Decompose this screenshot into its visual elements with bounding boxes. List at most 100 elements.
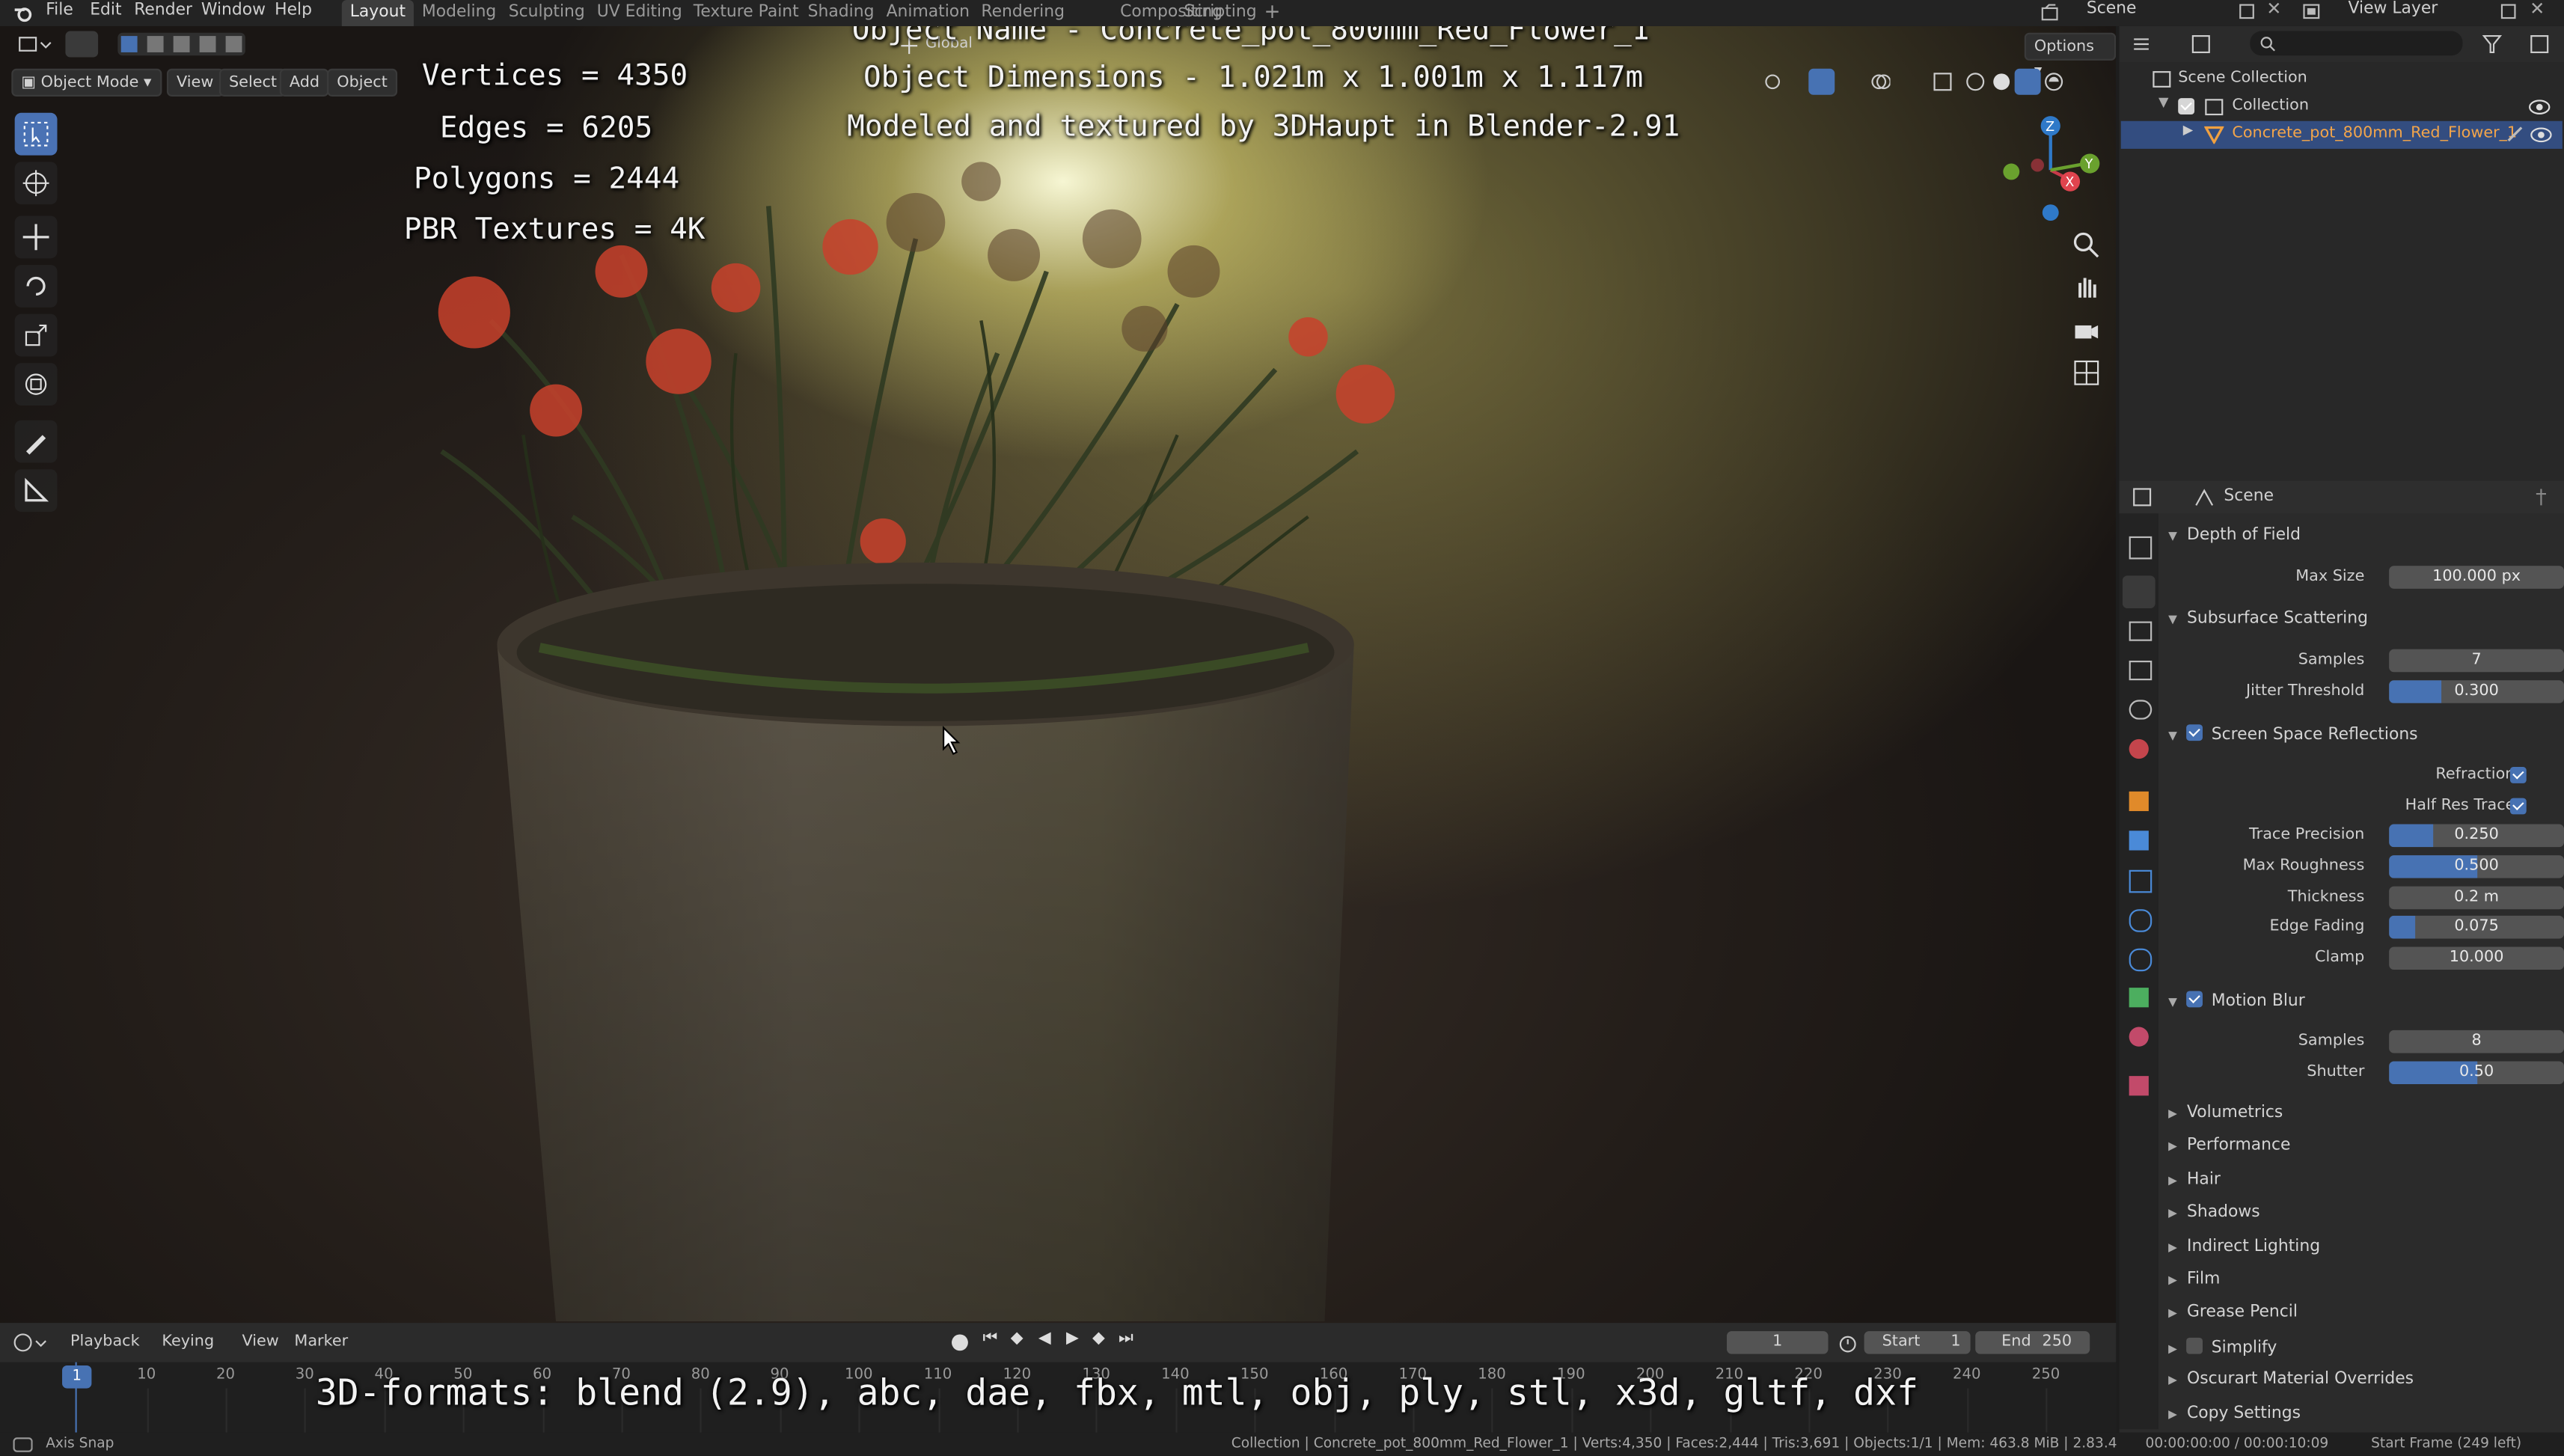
options-button[interactable]: Options ▾ (2024, 32, 2117, 80)
display-mode-icon[interactable] (2191, 34, 2227, 54)
record-icon[interactable] (952, 1334, 968, 1351)
jump-end-icon[interactable]: ⏭ (1119, 1330, 1133, 1348)
timeline-editor-type-icon[interactable] (13, 1333, 49, 1352)
rotate-tool[interactable] (14, 265, 58, 308)
pin-icon[interactable] (2531, 487, 2551, 507)
jitter-threshold-slider[interactable]: 0.300 (2389, 680, 2564, 703)
3d-viewport[interactable]: Global Options ▾ ▣ Object Mode ▾ View Se… (0, 25, 2117, 1324)
tab-rendering[interactable]: Rendering (973, 0, 1072, 26)
perspective-grid-icon[interactable] (2073, 360, 2099, 386)
tab-scripting[interactable]: Scripting (1175, 0, 1264, 26)
sss-samples-field[interactable]: 7 (2389, 649, 2564, 673)
menu-select[interactable]: Select (218, 68, 287, 97)
selection-mode-buttons[interactable] (117, 32, 245, 56)
constraints-tab-icon[interactable] (2129, 948, 2153, 972)
trace-precision-slider[interactable]: 0.250 (2389, 824, 2564, 848)
section-subsurface-scattering[interactable]: ▼ Subsurface Scattering (2168, 610, 2368, 628)
current-frame-field[interactable]: 1 (1726, 1331, 1829, 1354)
scene-icon[interactable] (2041, 3, 2060, 22)
play-icon[interactable]: ▶ (1066, 1330, 1079, 1348)
section-oscurart[interactable]: ▶ Oscurart Material Overrides (2168, 1371, 2414, 1389)
output-tab-icon[interactable] (2129, 621, 2153, 641)
annotate-tool[interactable] (14, 420, 58, 463)
measure-tool[interactable] (14, 469, 58, 513)
mode-select[interactable]: ▣ Object Mode ▾ (11, 68, 162, 97)
section-shadows[interactable]: ▶ Shadows (2168, 1204, 2260, 1222)
start-frame-field[interactable]: Start 1 (1864, 1331, 1971, 1354)
move-tool[interactable] (14, 215, 58, 259)
tab-layout[interactable]: Layout (341, 0, 414, 26)
end-frame-field[interactable]: End 250 (1975, 1331, 2090, 1354)
physics-tab-icon[interactable] (2129, 909, 2153, 932)
play-reverse-icon[interactable]: ◀ (1038, 1330, 1051, 1348)
new-collection-icon[interactable] (2528, 33, 2551, 56)
clamp-field[interactable]: 10.000 (2389, 946, 2564, 970)
scale-tool[interactable] (14, 313, 58, 357)
object-eye-icon[interactable] (2530, 126, 2553, 144)
collection-checkbox[interactable] (2178, 98, 2203, 117)
solid-shading-icon[interactable] (1992, 72, 2011, 91)
tab-animation[interactable]: Animation (878, 0, 978, 26)
new-scene-icon[interactable] (2237, 1, 2256, 21)
section-film[interactable]: ▶ Film (2168, 1270, 2220, 1288)
outliner-row-collection[interactable]: ▼ Collection (2120, 94, 2564, 121)
transform-tool[interactable] (14, 363, 58, 406)
section-motion-blur[interactable]: ▼ Motion Blur (2168, 991, 2305, 1011)
cursor-tool[interactable] (14, 162, 58, 205)
expand-collection-icon[interactable]: ▼ (2158, 95, 2168, 110)
texture-tab-icon[interactable] (2129, 1076, 2149, 1096)
overlays-icon[interactable] (1870, 72, 1891, 91)
outliner-row-object[interactable]: ▶ Concrete_pot_800mm_Red_Flower_1 (2120, 120, 2563, 149)
edge-fading-slider[interactable]: 0.075 (2389, 915, 2564, 939)
outliner-search-input[interactable] (2250, 31, 2463, 56)
blender-logo-icon[interactable] (13, 3, 32, 22)
gizmo-toggle-icon[interactable] (1808, 68, 1835, 95)
select-tool-mode-icon[interactable] (65, 31, 99, 58)
menu-view[interactable]: View (166, 68, 224, 97)
tool-tab-icon[interactable] (2129, 536, 2153, 560)
menu-edit[interactable]: Edit (90, 1, 121, 19)
expand-object-icon[interactable]: ▶ (2183, 123, 2193, 138)
data-tab-icon[interactable] (2129, 988, 2149, 1008)
scene-selector[interactable]: Scene (2087, 0, 2137, 18)
delete-view-layer-icon[interactable]: ✕ (2530, 0, 2545, 19)
jump-start-icon[interactable]: ⏮ (983, 1330, 998, 1348)
material-tab-icon[interactable] (2129, 1027, 2149, 1047)
camera-view-icon[interactable] (2073, 317, 2099, 343)
modifier-tab-icon[interactable] (2129, 831, 2149, 851)
delete-scene-icon[interactable]: ✕ (2266, 0, 2281, 19)
pan-hand-icon[interactable] (2073, 273, 2099, 299)
menu-window[interactable]: Window (201, 1, 266, 19)
motion-blur-checkbox[interactable] (2187, 991, 2203, 1008)
menu-help[interactable]: Help (275, 1, 312, 19)
navigation-gizmo[interactable]: Z X Y (1995, 114, 2109, 245)
visibility-icon[interactable] (1763, 72, 1782, 91)
section-screen-space-reflections[interactable]: ▼ Screen Space Reflections (2168, 724, 2418, 744)
scene-tab-icon[interactable] (2129, 700, 2153, 720)
section-performance[interactable]: ▶ Performance (2168, 1137, 2290, 1154)
keying-menu[interactable]: Keying (162, 1333, 214, 1351)
menu-object[interactable]: Object (327, 68, 397, 97)
menu-file[interactable]: File (46, 1, 73, 19)
properties-editor-type-icon[interactable] (2132, 487, 2168, 507)
outliner-editor-type-icon[interactable] (2132, 34, 2168, 54)
next-keyframe-icon[interactable]: ◆ (1092, 1330, 1105, 1348)
tab-sculpting[interactable]: Sculpting (501, 0, 593, 26)
select-box-tool[interactable] (14, 112, 58, 156)
particles-tab-icon[interactable] (2129, 869, 2153, 893)
stopwatch-icon[interactable] (1838, 1333, 1858, 1353)
add-workspace-icon[interactable]: + (1264, 0, 1280, 23)
new-view-layer-icon[interactable] (2499, 1, 2518, 21)
filter-icon[interactable] (2482, 34, 2518, 54)
object-tab-icon[interactable] (2129, 791, 2149, 812)
simplify-checkbox[interactable] (2187, 1337, 2203, 1354)
max-roughness-slider[interactable]: 0.500 (2389, 855, 2564, 878)
menu-render[interactable]: Render (134, 1, 192, 19)
view-layer-icon[interactable] (2302, 1, 2322, 21)
max-size-field[interactable]: 100.000 px (2389, 566, 2564, 589)
marker-menu[interactable]: Marker (294, 1333, 348, 1351)
eye-icon[interactable] (2528, 98, 2551, 116)
prev-keyframe-icon[interactable]: ◆ (1011, 1330, 1024, 1348)
section-copy-settings[interactable]: ▶ Copy Settings (2168, 1404, 2301, 1422)
shutter-slider[interactable]: 0.50 (2389, 1061, 2564, 1085)
